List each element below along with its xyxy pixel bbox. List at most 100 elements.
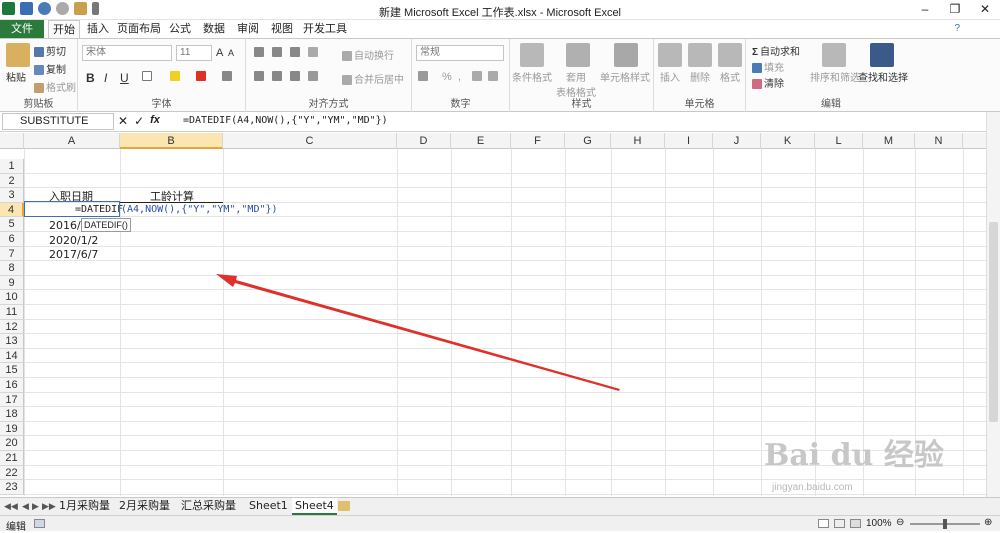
number-format-combo[interactable]: 常规 bbox=[416, 45, 504, 61]
orientation-button[interactable] bbox=[308, 47, 320, 58]
restore-button[interactable]: ❐ bbox=[940, 0, 970, 20]
align-left-button[interactable] bbox=[254, 71, 266, 82]
align-right-button[interactable] bbox=[290, 71, 302, 82]
formula-input[interactable]: =DATEDIF(A4,NOW(),{"Y","YM","MD"}) bbox=[183, 115, 388, 126]
grow-font-button[interactable]: A bbox=[216, 47, 223, 59]
zoom-in-button[interactable]: ⊕ bbox=[984, 517, 992, 528]
row-header[interactable]: 16 bbox=[0, 378, 24, 393]
shrink-font-button[interactable]: A bbox=[228, 48, 234, 58]
tab-view[interactable]: 视图 bbox=[268, 20, 296, 38]
cell-a4-formula-rest[interactable]: (A4,NOW(),{"Y","YM","MD"}) bbox=[121, 204, 278, 215]
zoom-out-button[interactable]: ⊖ bbox=[896, 517, 904, 528]
row-header[interactable]: 15 bbox=[0, 363, 24, 378]
decrease-decimal-button[interactable] bbox=[488, 71, 500, 82]
row-header[interactable]: 2 bbox=[0, 173, 24, 189]
row-header[interactable]: 18 bbox=[0, 407, 24, 422]
sheet-tab[interactable]: 汇总采购量 bbox=[178, 498, 239, 515]
column-header[interactable]: I bbox=[665, 133, 713, 149]
tab-file[interactable]: 文件 bbox=[0, 20, 44, 38]
next-sheet-button[interactable]: ▶ bbox=[32, 501, 39, 512]
percent-button[interactable]: % bbox=[442, 71, 452, 83]
bold-button[interactable]: B bbox=[86, 71, 95, 85]
minimize-button[interactable]: – bbox=[910, 0, 940, 20]
accounting-button[interactable] bbox=[418, 71, 430, 82]
tab-home[interactable]: 开始 bbox=[48, 20, 80, 38]
column-header[interactable]: J bbox=[713, 133, 761, 149]
row-header[interactable]: 3 bbox=[0, 188, 24, 203]
row-header[interactable]: 14 bbox=[0, 348, 24, 364]
column-header[interactable]: K bbox=[761, 133, 815, 149]
row-header[interactable]: 7 bbox=[0, 246, 24, 262]
column-header[interactable]: L bbox=[815, 133, 863, 149]
font-size-combo[interactable]: 11 bbox=[176, 45, 212, 61]
tab-developer[interactable]: 开发工具 bbox=[302, 20, 348, 38]
column-header[interactable]: F bbox=[511, 133, 565, 149]
row-header[interactable]: 23 bbox=[0, 480, 24, 495]
format-painter-button[interactable]: 格式刷 bbox=[34, 79, 76, 94]
paste-button[interactable]: 粘贴 bbox=[6, 69, 26, 84]
tab-formulas[interactable]: 公式 bbox=[166, 20, 194, 38]
column-header[interactable]: C bbox=[223, 133, 397, 149]
first-sheet-button[interactable]: ◀◀ bbox=[4, 501, 18, 512]
fill-button[interactable]: 填充 bbox=[752, 59, 784, 74]
clear-button[interactable]: 清除 bbox=[752, 75, 784, 90]
close-button[interactable]: ✕ bbox=[970, 0, 1000, 20]
font-color-button[interactable] bbox=[196, 71, 208, 82]
column-header[interactable]: H bbox=[611, 133, 665, 149]
merge-center-button[interactable]: 合并后居中 bbox=[342, 71, 404, 86]
row-header[interactable]: 5 bbox=[0, 217, 24, 232]
row-header[interactable]: 19 bbox=[0, 421, 24, 437]
select-all-corner[interactable] bbox=[0, 133, 24, 149]
middle-align-button[interactable] bbox=[272, 47, 284, 58]
border-button[interactable] bbox=[142, 71, 154, 82]
find-select-button[interactable]: 查找和选择 bbox=[858, 69, 908, 84]
column-header[interactable]: D bbox=[397, 133, 451, 149]
page-layout-view-icon[interactable] bbox=[834, 519, 845, 528]
sheet-tab[interactable]: 2月采购量 bbox=[116, 498, 173, 515]
new-sheet-icon[interactable] bbox=[338, 501, 350, 511]
tab-data[interactable]: 数据 bbox=[200, 20, 228, 38]
align-center-button[interactable] bbox=[272, 71, 284, 82]
autosum-button[interactable]: Σ 自动求和 bbox=[752, 43, 800, 58]
enter-icon[interactable]: ✓ bbox=[134, 114, 144, 128]
cell-a6[interactable]: 2020/1/2 bbox=[49, 234, 98, 247]
font-name-combo[interactable]: 宋体 bbox=[82, 45, 172, 61]
help-icon[interactable]: ? bbox=[954, 23, 960, 34]
row-header[interactable]: 13 bbox=[0, 334, 24, 349]
tab-insert[interactable]: 插入 bbox=[84, 20, 112, 38]
cell-a7[interactable]: 2017/6/7 bbox=[49, 248, 98, 261]
cell-styles-button[interactable]: 单元格样式 bbox=[600, 69, 650, 84]
normal-view-icon[interactable] bbox=[818, 519, 829, 528]
column-header[interactable]: G bbox=[565, 133, 611, 149]
column-header[interactable]: M bbox=[863, 133, 915, 149]
vertical-scrollbar[interactable] bbox=[986, 112, 1000, 497]
delete-cells-button[interactable]: 删除 bbox=[690, 69, 710, 84]
cancel-icon[interactable]: ✕ bbox=[118, 114, 128, 128]
phonetic-button[interactable] bbox=[222, 71, 234, 82]
sheet-tab[interactable]: Sheet1 bbox=[246, 498, 291, 515]
increase-decimal-button[interactable] bbox=[472, 71, 484, 82]
copy-button[interactable]: 复制 bbox=[34, 61, 66, 76]
italic-button[interactable]: I bbox=[104, 71, 107, 85]
top-align-button[interactable] bbox=[254, 47, 266, 58]
zoom-level[interactable]: 100% bbox=[866, 518, 892, 529]
row-header[interactable]: 21 bbox=[0, 451, 24, 466]
row-header[interactable]: 8 bbox=[0, 261, 24, 276]
row-header[interactable]: 20 bbox=[0, 436, 24, 451]
macro-record-icon[interactable] bbox=[34, 519, 45, 528]
fx-icon[interactable]: fx bbox=[150, 114, 160, 128]
row-header[interactable]: 4 bbox=[0, 202, 24, 218]
wrap-text-button[interactable]: 自动换行 bbox=[342, 47, 394, 62]
sheet-tab-active[interactable]: Sheet4 bbox=[292, 498, 337, 515]
vertical-scroll-thumb[interactable] bbox=[989, 222, 998, 422]
zoom-slider-thumb[interactable] bbox=[943, 519, 947, 529]
conditional-format-button[interactable]: 条件格式 bbox=[512, 69, 552, 84]
prev-sheet-button[interactable]: ◀ bbox=[22, 501, 29, 512]
sheet-tab[interactable]: 1月采购量 bbox=[56, 498, 113, 515]
name-box[interactable]: SUBSTITUTE bbox=[2, 113, 114, 130]
cut-button[interactable]: 剪切 bbox=[34, 43, 66, 58]
bottom-align-button[interactable] bbox=[290, 47, 302, 58]
indent-button[interactable] bbox=[308, 71, 320, 82]
fill-color-button[interactable] bbox=[170, 71, 182, 82]
insert-cells-button[interactable]: 插入 bbox=[660, 69, 680, 84]
